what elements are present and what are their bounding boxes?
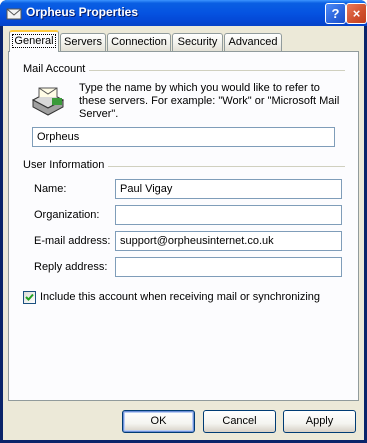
group-divider <box>83 70 345 71</box>
user-information-group-label: User Information <box>23 159 109 171</box>
name-input[interactable]: Paul Vigay <box>115 179 342 199</box>
organization-label: Organization: <box>34 209 100 221</box>
name-label: Name: <box>34 183 67 195</box>
tab-label: Security <box>177 36 218 48</box>
dialog-client-area: General Servers Connection Security Adva… <box>3 26 364 440</box>
tab-label: General <box>12 34 56 48</box>
apply-button[interactable]: Apply <box>283 410 356 433</box>
mailbox-icon <box>31 87 65 116</box>
cancel-button[interactable]: Cancel <box>203 410 276 433</box>
help-button[interactable]: ? <box>325 3 346 24</box>
reply-address-label: Reply address: <box>34 261 108 273</box>
reply-address-input[interactable] <box>115 257 342 277</box>
group-divider <box>99 166 345 167</box>
tab-connection[interactable]: Connection <box>107 33 171 51</box>
mail-account-description: Type the name by which you would like to… <box>79 82 340 120</box>
properties-dialog: Orpheus Properties ? × General Servers C… <box>0 0 367 443</box>
general-tab-panel: Mail Account Type the name by which you … <box>8 51 359 401</box>
mail-account-icon <box>6 8 22 20</box>
tab-label: Connection <box>111 36 167 48</box>
tab-label: Servers <box>64 36 102 48</box>
title-bar[interactable]: Orpheus Properties ? × <box>0 0 367 26</box>
tab-advanced[interactable]: Advanced <box>224 33 282 51</box>
close-icon: × <box>352 6 361 21</box>
email-label: E-mail address: <box>34 235 111 247</box>
tab-security[interactable]: Security <box>172 33 223 51</box>
tab-label: Advanced <box>228 36 278 48</box>
checkmark-icon <box>25 293 34 301</box>
email-input[interactable]: support@orpheusinternet.co.uk <box>115 231 342 251</box>
close-button[interactable]: × <box>346 3 367 24</box>
account-name-input[interactable]: Orpheus <box>32 127 335 147</box>
include-account-checkbox[interactable] <box>23 291 36 304</box>
tab-servers[interactable]: Servers <box>60 33 106 51</box>
mail-account-group-label: Mail Account <box>23 63 90 75</box>
include-account-label[interactable]: Include this account when receiving mail… <box>40 291 320 303</box>
help-icon: ? <box>331 6 340 21</box>
organization-input[interactable] <box>115 205 342 225</box>
tab-general[interactable]: General <box>9 30 59 52</box>
ok-button[interactable]: OK <box>122 410 195 433</box>
window-title: Orpheus Properties <box>26 5 139 19</box>
